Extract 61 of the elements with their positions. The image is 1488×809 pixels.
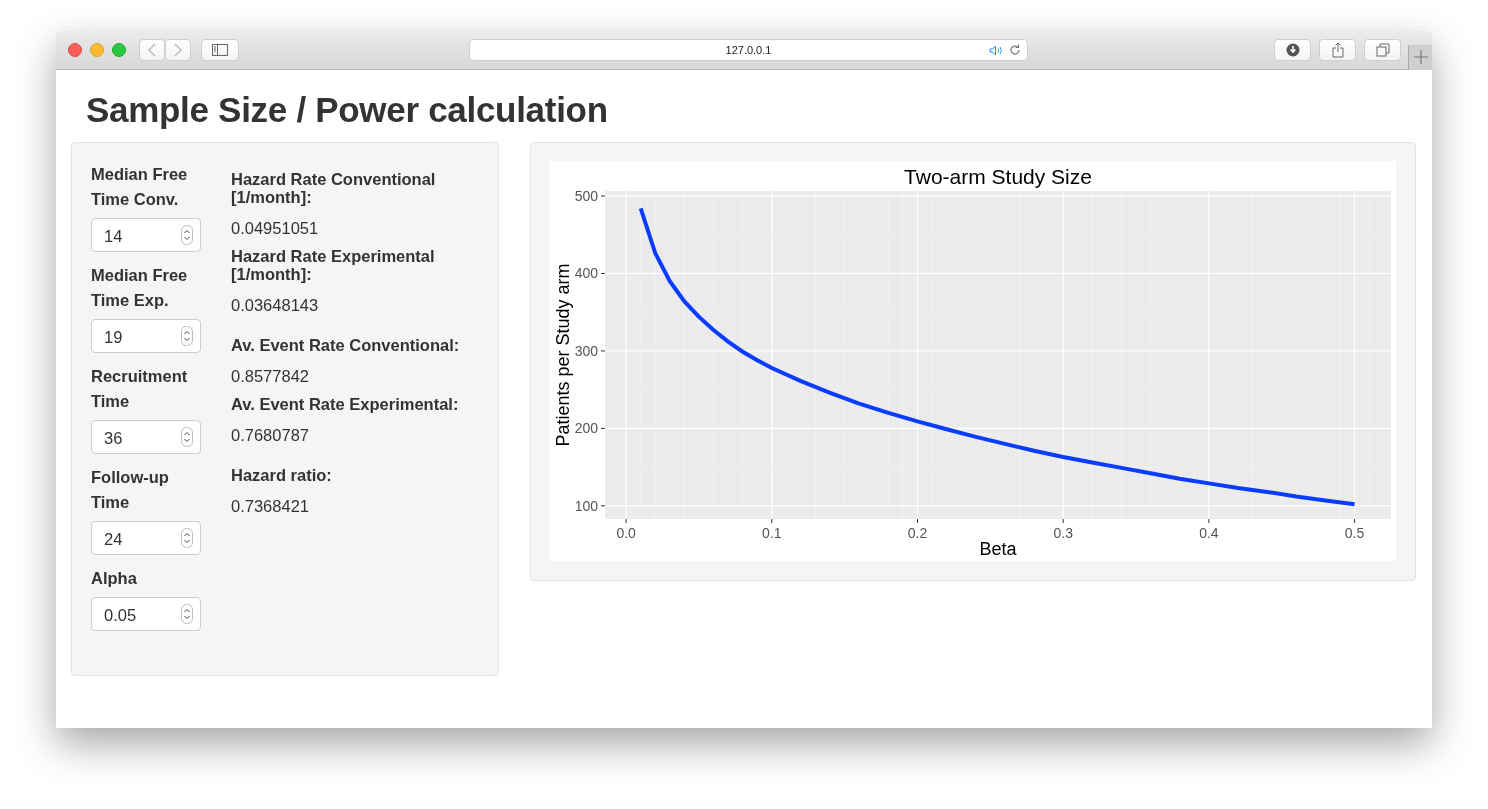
y-tick-label: 300 [574,342,598,359]
speaker-icon[interactable] [989,45,1004,56]
y-axis-title: Patients per Study arm [553,263,573,447]
chevron-left-icon [147,43,157,57]
address-text: 127.0.0.1 [725,44,772,56]
output-label: Hazard Rate Conventional [1/month]: [231,170,437,206]
output-value: 0.7680787 [231,425,310,445]
output-value: 0.7368421 [231,496,310,516]
forward-button[interactable] [165,39,191,61]
sidebar-button[interactable] [201,39,239,61]
field-label: Median Free Time Conv. [91,164,189,210]
x-tick-label: 0.0 [616,525,636,541]
tabs-icon [1375,43,1390,57]
minimize-icon[interactable] [90,43,104,57]
number-field[interactable]: 24 [91,521,201,555]
output-label: Hazard Rate Experimental [1/month]: [231,247,436,283]
address-bar[interactable]: 127.0.0.1 [468,39,1029,61]
new-tab-button[interactable] [1408,44,1432,70]
page-title: Sample Size / Power calculation [86,89,609,131]
output-label: Hazard ratio: [231,466,333,484]
chevron-right-icon [173,43,183,57]
output-label: Av. Event Rate Experimental: [231,395,460,413]
y-tick-label: 100 [574,497,598,514]
reload-icon[interactable] [1009,44,1022,56]
number-field[interactable]: 0.05 [91,597,201,631]
field-label: Median Free Time Exp. [91,265,189,311]
output-value: 0.03648143 [231,295,320,315]
close-icon[interactable] [68,43,82,57]
output-value: 0.04951051 [231,218,320,238]
spinner-icon[interactable] [181,427,193,447]
output-label: Av. Event Rate Conventional: [231,336,461,354]
y-tick-label: 200 [574,420,598,437]
download-button[interactable] [1274,39,1312,61]
chart-title: Two-arm Study Size [904,165,1092,188]
spinner-icon[interactable] [181,225,193,245]
number-field[interactable]: 36 [91,420,201,454]
output-value: 0.8577842 [231,366,310,386]
plus-icon [1413,50,1428,64]
sidebar-icon [211,44,228,56]
x-tick-label: 0.1 [762,525,782,541]
y-tick-label: 400 [574,265,598,282]
zoom-icon[interactable] [112,43,126,57]
spinner-icon[interactable] [181,528,193,548]
field-label: Follow-up Time [91,467,170,513]
x-tick-label: 0.2 [907,525,928,541]
x-axis-title: Beta [979,539,1017,559]
x-tick-label: 0.4 [1199,525,1219,541]
number-field[interactable]: 14 [91,218,201,252]
share-icon [1331,42,1344,58]
number-field[interactable]: 19 [91,319,201,353]
back-button[interactable] [139,39,165,61]
spinner-icon[interactable] [181,604,193,624]
y-tick-label: 500 [574,188,598,205]
share-button[interactable] [1319,39,1357,61]
field-label: Recruitment Time [91,366,189,412]
spinner-icon[interactable] [181,326,193,346]
tabs-button[interactable] [1364,39,1402,61]
x-tick-label: 0.5 [1344,525,1365,541]
field-label: Alpha [91,568,138,589]
download-icon [1285,43,1300,57]
x-tick-label: 0.3 [1053,525,1073,541]
